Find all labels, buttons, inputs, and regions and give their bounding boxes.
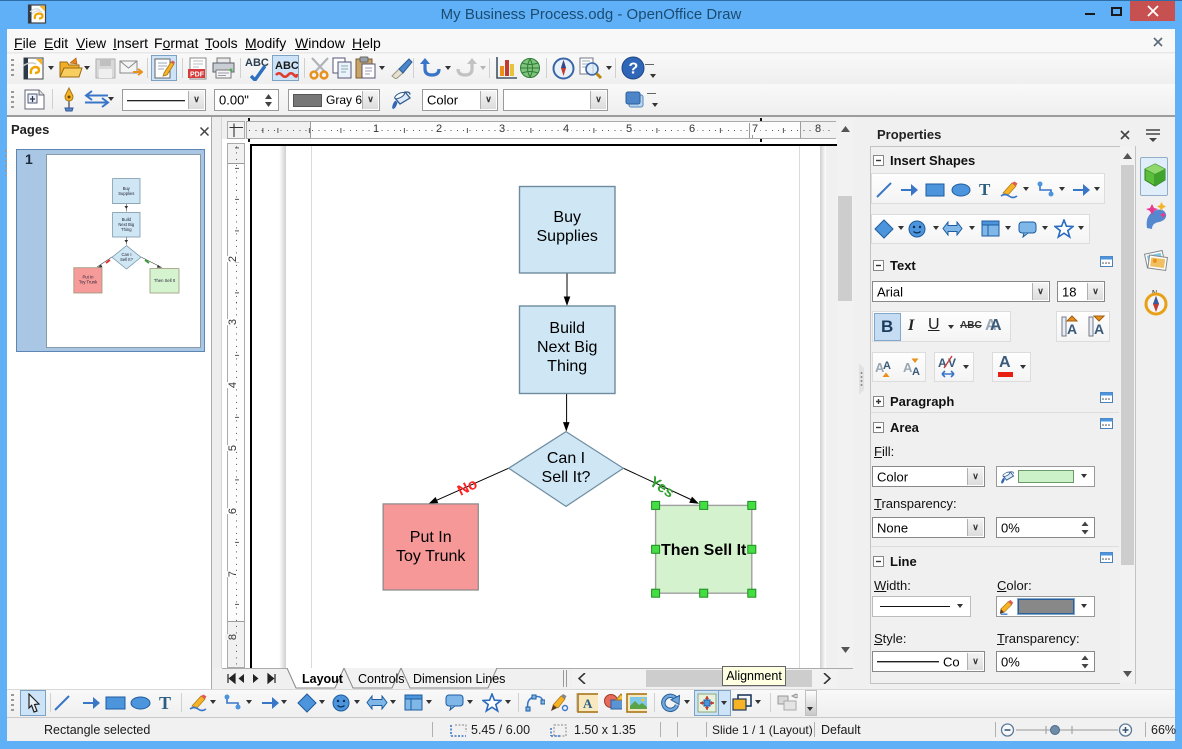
svg-text:Toy Trunk: Toy Trunk: [396, 548, 466, 565]
svg-text:A: A: [883, 360, 891, 372]
svg-text:V: V: [948, 356, 956, 370]
svg-text:Then Sell It: Then Sell It: [661, 542, 747, 559]
svg-text:Yes: Yes: [646, 473, 677, 501]
svg-text:Build: Build: [549, 320, 585, 337]
svg-text:Thing: Thing: [547, 358, 587, 375]
svg-text:Thing: Thing: [121, 227, 132, 232]
svg-text:Sell It?: Sell It?: [542, 469, 591, 486]
svg-text:Controls: Controls: [358, 672, 405, 686]
svg-text:Buy: Buy: [553, 209, 581, 226]
svg-text:?: ?: [629, 61, 639, 78]
svg-text:Put In: Put In: [410, 529, 452, 546]
svg-text:No: No: [455, 475, 481, 499]
svg-text:Sell It?: Sell It?: [120, 257, 133, 262]
svg-text:A: A: [1094, 321, 1104, 337]
svg-text:Supplies: Supplies: [118, 191, 134, 196]
svg-text:A: A: [912, 366, 920, 378]
svg-text:Dimension Lines: Dimension Lines: [413, 672, 505, 686]
svg-text:A: A: [1067, 321, 1077, 337]
svg-text:Can I: Can I: [547, 450, 585, 467]
svg-text:Then Sell It: Then Sell It: [154, 278, 176, 283]
svg-text:ABC: ABC: [275, 60, 298, 72]
svg-text:Supplies: Supplies: [537, 228, 598, 245]
svg-text:Layout: Layout: [302, 672, 344, 686]
svg-text:PDF: PDF: [190, 72, 205, 79]
svg-text:Toy Trunk: Toy Trunk: [79, 280, 98, 285]
svg-text:A: A: [583, 696, 593, 711]
svg-text:A: A: [938, 356, 947, 370]
svg-text:Next Big: Next Big: [537, 339, 597, 356]
